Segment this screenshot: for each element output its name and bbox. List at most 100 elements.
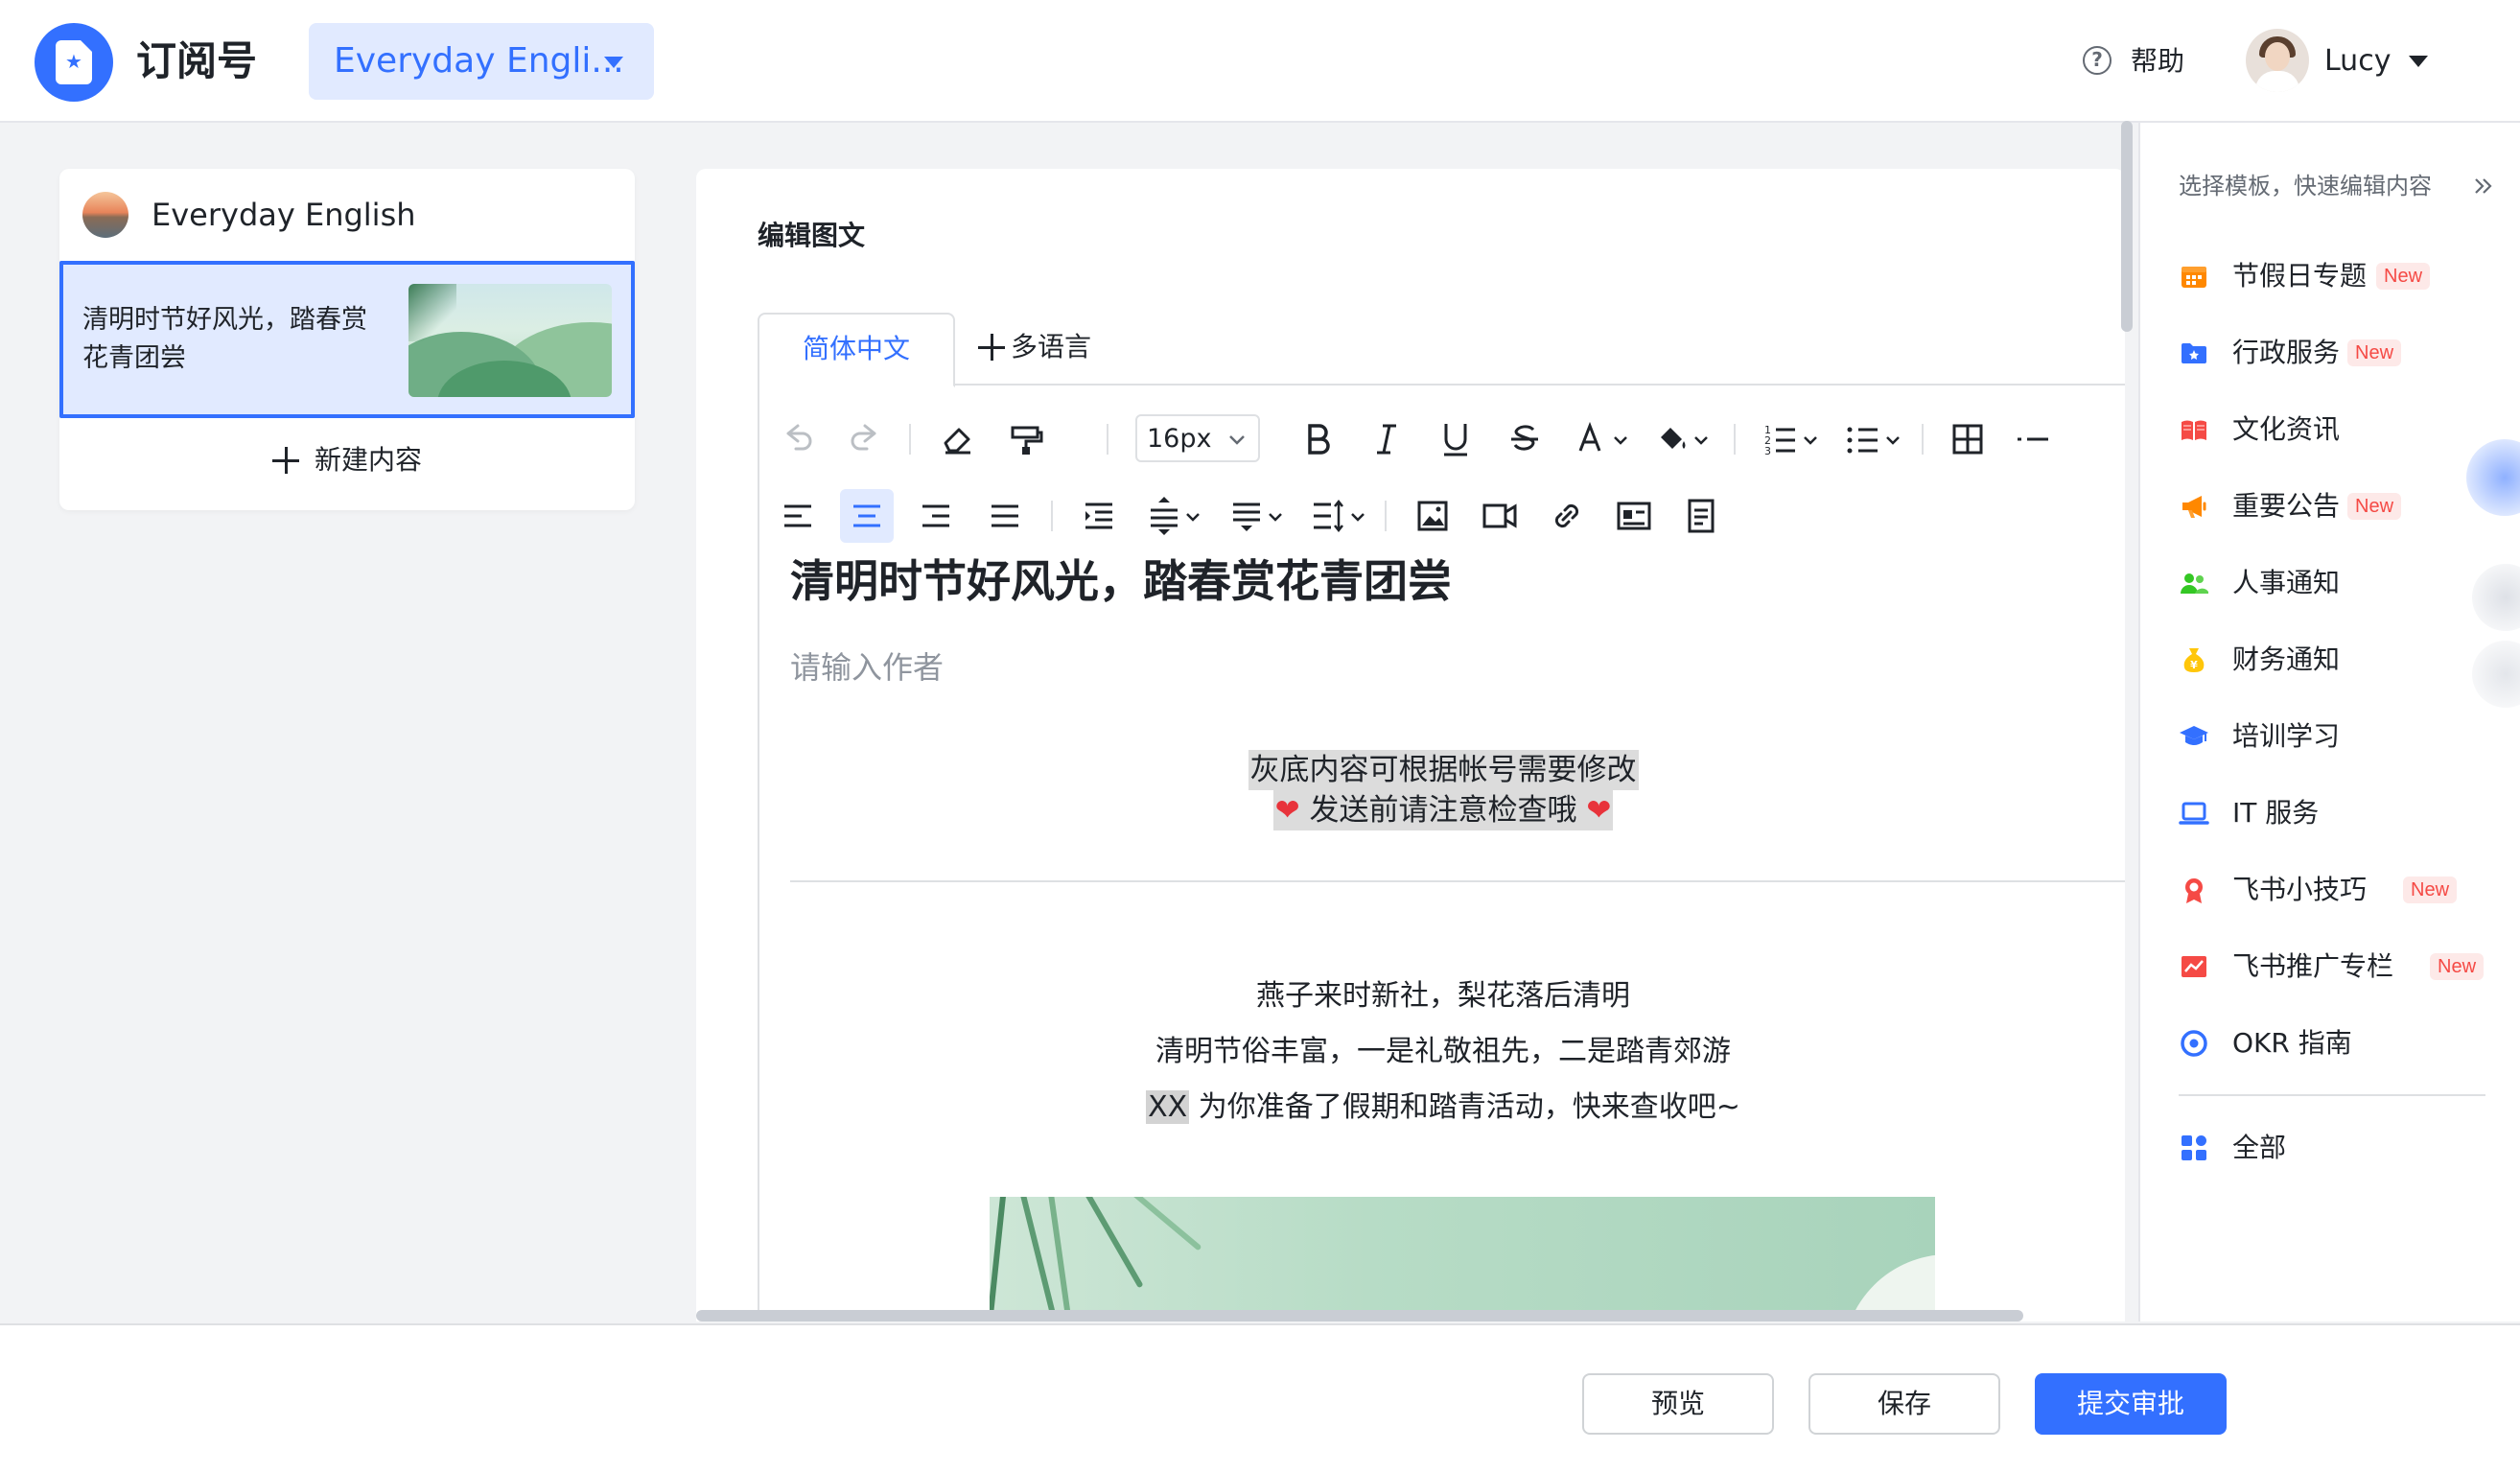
collapse-panel-icon[interactable]: [2468, 171, 2499, 201]
action-footer: 预览 保存 提交审批: [0, 1323, 2520, 1473]
target-icon: [2181, 1030, 2207, 1057]
laptop-icon: [2179, 802, 2209, 825]
editor-body: 16px 123 清明时节好风光，踏春赏花青团尝 请输入作者 灰底内容可根据帐号…: [758, 386, 2125, 1321]
divider-line-icon[interactable]: [2006, 412, 2060, 466]
templates-hint: 选择模板，快速编辑内容: [2179, 173, 2432, 199]
account-selector[interactable]: Everyday Engli...: [309, 23, 654, 100]
template-feishu-promo[interactable]: 飞书推广专栏 New: [2179, 944, 2495, 990]
gray-notice-line-2: ❤ 发送前请注意检查哦 ❤: [1272, 790, 1614, 830]
user-name[interactable]: Lucy: [2324, 42, 2391, 81]
new-badge: New: [2403, 877, 2458, 903]
article-banner-image[interactable]: [990, 1197, 1935, 1321]
app-title: 订阅号: [136, 37, 258, 84]
template-finance-notice[interactable]: ¥ 财务通知: [2179, 637, 2495, 683]
templates-separator: [2179, 1094, 2485, 1096]
template-feishu-tips[interactable]: 飞书小技巧 New: [2179, 867, 2495, 913]
eraser-icon[interactable]: [932, 412, 986, 466]
gray-notice-block[interactable]: 灰底内容可根据帐号需要修改 ❤ 发送前请注意检查哦 ❤: [759, 750, 2125, 830]
template-all[interactable]: 全部: [2179, 1125, 2495, 1171]
add-language-label: 多语言: [1011, 331, 1092, 362]
account-name: Everyday English: [152, 197, 416, 233]
submit-approval-button[interactable]: 提交审批: [2035, 1373, 2227, 1435]
insert-image-icon[interactable]: [1406, 489, 1459, 543]
template-hr-notice[interactable]: 人事通知: [2179, 560, 2495, 606]
money-bag-icon: ¥: [2183, 648, 2205, 672]
new-badge: New: [2347, 339, 2402, 366]
editor-section-title: 编辑图文: [758, 220, 866, 251]
tab-simplified-chinese[interactable]: 简体中文: [758, 313, 955, 387]
align-right-icon[interactable]: [909, 489, 963, 543]
account-selector-label: Everyday Engli...: [334, 41, 624, 81]
bold-icon[interactable]: [1291, 412, 1344, 466]
language-tabs: 简体中文 多语言: [758, 313, 2125, 387]
article-body-text[interactable]: 燕子来时新社，梨花落后清明 清明节俗丰富，一是礼敬祖先，二是踏青郊游 XX 为你…: [759, 969, 2125, 1135]
content-divider: [790, 880, 2125, 882]
heart-icon: ❤: [1274, 793, 1300, 828]
first-line-indent-icon[interactable]: [1220, 489, 1296, 543]
tab-label: 简体中文: [802, 333, 910, 364]
template-label: OKR 指南: [2232, 1027, 2352, 1059]
insert-link-icon[interactable]: [1540, 489, 1594, 543]
ordered-list-icon[interactable]: 123: [1755, 412, 1832, 466]
author-input[interactable]: 请输入作者: [790, 646, 944, 689]
calendar-icon: [2182, 267, 2206, 288]
insert-card-icon[interactable]: [1607, 489, 1661, 543]
template-training[interactable]: 培训学习: [2179, 713, 2495, 760]
highlight-color-icon[interactable]: [1647, 412, 1724, 466]
caret-down-icon: [604, 57, 623, 68]
insert-video-icon[interactable]: [1473, 489, 1527, 543]
template-important-notice[interactable]: 重要公告 New: [2179, 483, 2495, 529]
template-it-service[interactable]: IT 服务: [2179, 790, 2495, 836]
megaphone-icon: [2182, 496, 2206, 518]
folder-icon: [2182, 343, 2206, 363]
template-admin-service[interactable]: 行政服务 New: [2179, 330, 2495, 376]
align-center-icon[interactable]: [840, 489, 894, 543]
template-culture-news[interactable]: 文化资讯: [2179, 407, 2495, 453]
template-holiday[interactable]: 节假日专题 New: [2179, 253, 2495, 299]
plus-icon: [978, 334, 1005, 361]
paragraph-spacing-icon[interactable]: [1137, 489, 1214, 543]
template-okr-guide[interactable]: OKR 指南: [2179, 1020, 2495, 1066]
chart-icon: [2182, 956, 2206, 977]
svg-text:¥: ¥: [2190, 659, 2198, 671]
preview-button[interactable]: 预览: [1582, 1373, 1774, 1435]
font-size-select[interactable]: 16px: [1135, 414, 1260, 462]
font-size-value: 16px: [1147, 424, 1212, 454]
user-menu-caret-icon[interactable]: [2409, 56, 2428, 67]
redo-icon[interactable]: [838, 412, 892, 466]
plus-icon: [272, 447, 299, 474]
new-badge: New: [2430, 953, 2485, 980]
vertical-scrollbar[interactable]: [2121, 121, 2133, 332]
line-height-icon[interactable]: [1302, 489, 1379, 543]
align-justify-icon[interactable]: [978, 489, 1032, 543]
text-color-icon[interactable]: [1567, 412, 1644, 466]
format-painter-icon[interactable]: [999, 412, 1053, 466]
user-avatar[interactable]: [2246, 29, 2309, 92]
strikethrough-icon[interactable]: [1498, 412, 1552, 466]
insert-document-icon[interactable]: [1674, 489, 1728, 543]
save-button[interactable]: 保存: [1808, 1373, 2000, 1435]
italic-icon[interactable]: [1360, 412, 1413, 466]
template-label: 重要公告: [2232, 490, 2341, 522]
indent-icon[interactable]: [1072, 489, 1126, 543]
undo-icon[interactable]: [771, 412, 825, 466]
template-label: 人事通知: [2232, 567, 2341, 598]
article-title[interactable]: 清明时节好风光，踏春赏花青团尝: [790, 550, 1452, 612]
horizontal-scrollbar[interactable]: [696, 1310, 2023, 1321]
template-label: 行政服务: [2232, 337, 2341, 368]
app-logo-icon: ★: [35, 23, 113, 102]
template-label: 培训学习: [2232, 720, 2341, 752]
content-list-item[interactable]: 清明时节好风光，踏春赏花青团尝: [59, 261, 635, 418]
table-icon[interactable]: [1941, 412, 1995, 466]
align-left-icon[interactable]: [771, 489, 825, 543]
question-mark-icon: ?: [2083, 46, 2112, 75]
template-label: 节假日专题: [2232, 260, 2368, 292]
new-badge: New: [2376, 263, 2431, 290]
bullet-list-icon[interactable]: [1837, 412, 1914, 466]
grid-apps-icon: [2182, 1135, 2206, 1160]
heart-icon: ❤: [1586, 793, 1612, 828]
body-line: XX 为你准备了假期和踏青活动，快来查收吧~: [1146, 1090, 1740, 1124]
template-label: 全部: [2232, 1132, 2287, 1163]
new-content-button[interactable]: 新建内容: [59, 422, 635, 508]
underline-icon[interactable]: [1429, 412, 1482, 466]
